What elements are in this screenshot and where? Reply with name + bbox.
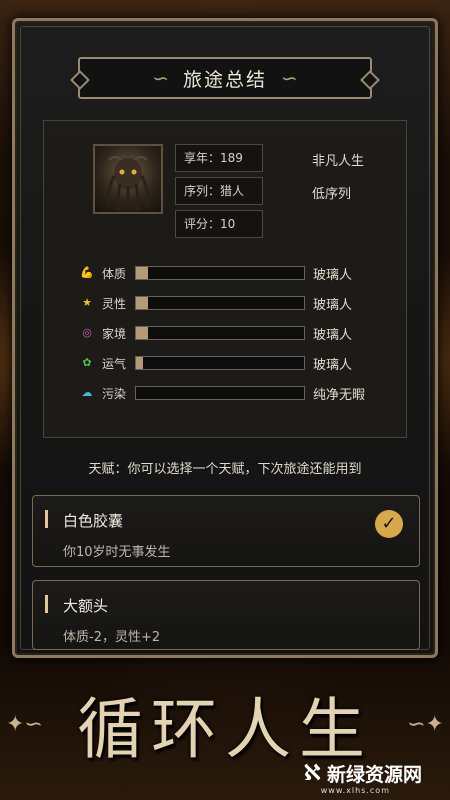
watermark: ℵ 新绿资源网	[304, 760, 422, 787]
right-flourish-icon: ∽	[281, 66, 298, 90]
talent-hint: 天赋：你可以选择一个天赋，下次旅途还能用到	[88, 462, 362, 477]
attr-value: 玻璃人	[313, 328, 353, 343]
talent-name: 大额头	[63, 597, 109, 615]
attr-value: 玻璃人	[313, 268, 353, 283]
star-icon: ★	[82, 296, 92, 309]
attr-label: 灵性	[102, 297, 127, 311]
attr-bar-fill	[136, 327, 148, 339]
swirl-icon: ◎	[82, 326, 92, 339]
cloud-icon: ☁	[81, 386, 93, 399]
attr-bar	[135, 356, 305, 370]
talent-name: 白色胶囊	[63, 512, 124, 530]
muscle-icon: 💪	[80, 266, 94, 279]
sequence-field: 序列：猎人	[175, 177, 263, 205]
attr-bar	[135, 386, 305, 400]
game-title-banner: 循环人生	[77, 691, 373, 768]
attr-bar-fill	[136, 357, 143, 369]
sequence-note: 低序列	[312, 187, 352, 202]
left-flourish-icon: ∽	[152, 66, 169, 90]
attr-bar	[135, 326, 305, 340]
score-field: 评分：10	[175, 210, 263, 238]
watermark-name: 新绿资源网	[326, 764, 422, 786]
talent-card-2[interactable]: 大额头 体质-2，灵性+2	[32, 580, 420, 650]
attr-label: 运气	[102, 357, 127, 371]
attr-value: 玻璃人	[313, 298, 353, 313]
card-marker	[45, 510, 48, 528]
age-note: 非凡人生	[312, 154, 365, 169]
attr-value: 纯净无暇	[313, 388, 366, 403]
talent-desc: 你10岁时无事发生	[63, 545, 171, 560]
attr-bar	[135, 266, 305, 280]
title-plate: ∽ 旅途总结 ∽	[78, 57, 372, 99]
attr-label: 污染	[102, 387, 127, 401]
attr-label: 家境	[102, 327, 127, 341]
watermark-logo-icon: ℵ	[303, 761, 321, 786]
page-title: 旅途总结	[182, 68, 267, 91]
attr-bar-fill	[136, 297, 148, 309]
card-marker	[45, 595, 48, 613]
talent-card-1[interactable]: 白色胶囊 你10岁时无事发生 ✓	[32, 495, 420, 567]
attr-label: 体质	[102, 267, 127, 281]
checkmark-icon: ✓	[375, 510, 403, 538]
attr-bar	[135, 296, 305, 310]
age-field: 享年：189	[175, 144, 263, 172]
talent-desc: 体质-2，灵性+2	[63, 630, 161, 645]
clover-icon: ✿	[82, 356, 92, 369]
attr-value: 玻璃人	[313, 358, 353, 373]
attr-bar-fill	[136, 267, 148, 279]
character-portrait	[93, 144, 163, 214]
watermark-url: www.xlhs.com	[320, 786, 390, 795]
